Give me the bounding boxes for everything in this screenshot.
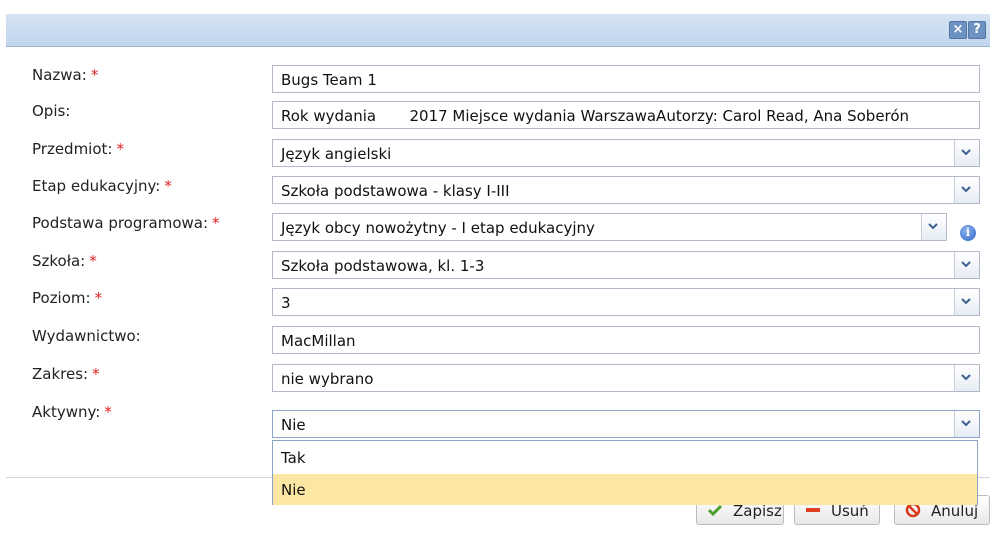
- required-mark: *: [94, 289, 103, 307]
- przedmiot-select[interactable]: Język angielski: [272, 139, 980, 167]
- chevron-down-icon[interactable]: [954, 289, 979, 315]
- wydawnictwo-input[interactable]: MacMillan: [272, 326, 980, 354]
- etap-select[interactable]: Szkoła podstawowa - klasy I-III: [272, 176, 980, 204]
- required-mark: *: [92, 365, 100, 383]
- chevron-down-icon[interactable]: [921, 214, 946, 240]
- szkola-label: Szkoła: *: [32, 252, 97, 270]
- chevron-down-icon[interactable]: [954, 365, 979, 391]
- nazwa-label: Nazwa: *: [32, 66, 99, 84]
- zakres-select[interactable]: nie wybrano: [272, 364, 980, 392]
- required-mark: *: [104, 403, 112, 421]
- podstawa-label: Podstawa programowa: *: [32, 214, 220, 232]
- dialog-titlebar: × ?: [6, 14, 990, 47]
- dropdown-option-nie[interactable]: Nie: [273, 474, 977, 505]
- required-mark: *: [89, 252, 97, 270]
- aktywny-dropdown-list: Tak Nie: [272, 440, 978, 505]
- nazwa-input[interactable]: Bugs Team 1: [272, 65, 980, 93]
- dialog-form: Nazwa: * Bugs Team 1 Opis: Rok wydania 20…: [6, 47, 990, 477]
- info-icon[interactable]: i: [960, 225, 976, 241]
- chevron-down-icon[interactable]: [954, 140, 979, 166]
- chevron-down-icon[interactable]: [954, 411, 979, 437]
- required-mark: *: [90, 66, 99, 84]
- szkola-select[interactable]: Szkoła podstawowa, kl. 1-3: [272, 251, 980, 279]
- zakres-label: Zakres: *: [32, 365, 100, 383]
- przedmiot-label: Przedmiot: *: [32, 140, 124, 158]
- poziom-label: Poziom: *: [32, 289, 103, 307]
- podstawa-select[interactable]: Język obcy nowożytny - I etap edukacyjny: [272, 213, 947, 241]
- opis-label: Opis:: [32, 102, 71, 120]
- opis-input[interactable]: Rok wydania 2017 Miejsce wydania Warszaw…: [272, 101, 980, 129]
- minus-icon: [806, 508, 820, 512]
- required-mark: *: [212, 214, 220, 232]
- checkmark-icon: [707, 504, 723, 516]
- aktywny-label: Aktywny: *: [32, 403, 112, 421]
- required-mark: *: [164, 177, 172, 195]
- wydawnictwo-label: Wydawnictwo:: [32, 327, 141, 345]
- chevron-down-icon[interactable]: [954, 177, 979, 203]
- etap-label: Etap edukacyjny: *: [32, 177, 172, 195]
- poziom-select[interactable]: 3: [272, 288, 980, 316]
- aktywny-select[interactable]: Nie: [272, 410, 980, 438]
- required-mark: *: [116, 140, 124, 158]
- dropdown-option-tak[interactable]: Tak: [273, 442, 977, 473]
- help-icon[interactable]: ?: [968, 21, 986, 39]
- close-icon[interactable]: ×: [949, 21, 967, 39]
- chevron-down-icon[interactable]: [954, 252, 979, 278]
